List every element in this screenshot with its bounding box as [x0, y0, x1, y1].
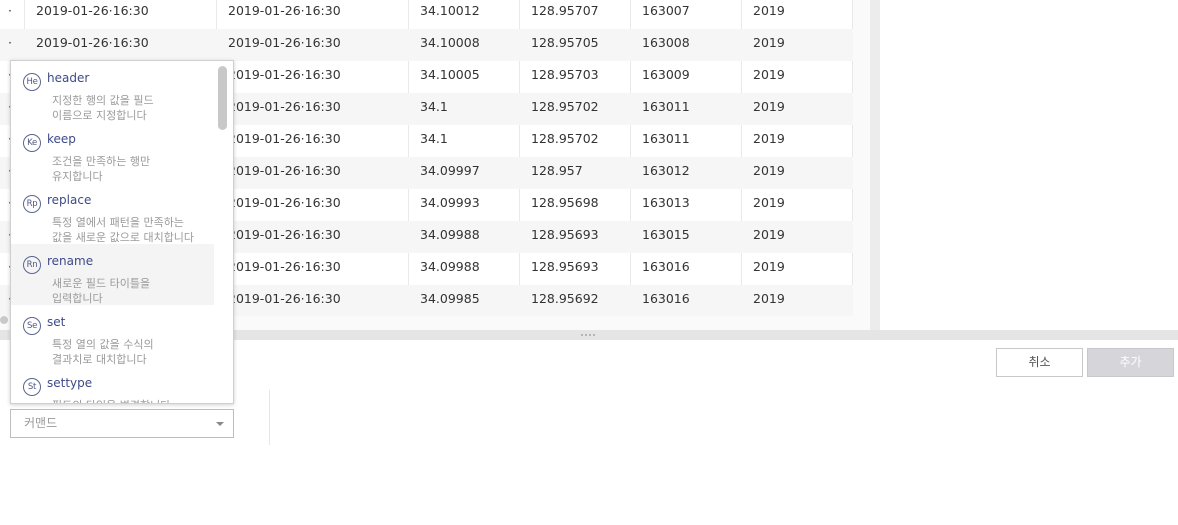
- command-badge-icon: Se: [23, 317, 41, 335]
- table-cell: 34.10008: [420, 35, 480, 50]
- table-cell: 2019-01-26·16:30: [228, 291, 341, 306]
- table-cell: 34.09985: [420, 291, 480, 306]
- table-cell: 163007: [642, 3, 690, 18]
- command-select[interactable]: 커맨드: [10, 409, 234, 438]
- table-cell: 163016: [642, 291, 690, 306]
- table-cell: 2019: [753, 35, 785, 50]
- table-cell: 163011: [642, 99, 690, 114]
- table-cell: 34.1: [420, 99, 448, 114]
- suggestion-description: 특정 열에서 패턴을 만족하는 값을 새로운 값으로 대치합니다: [52, 216, 195, 244]
- table-cell: 2019-01-26·16:30: [228, 67, 341, 82]
- chevron-down-icon[interactable]: [216, 422, 224, 426]
- table-cell: 163008: [642, 35, 690, 50]
- table-cell: 2019-01-26·16:30: [228, 131, 341, 146]
- table-cell: 128.95702: [531, 131, 599, 146]
- divider: [269, 390, 270, 445]
- table-cell: 163015: [642, 227, 690, 242]
- suggestion-name: keep: [47, 132, 76, 146]
- table-cell: 2019-01-26·16:30: [228, 259, 341, 274]
- row-marker: ·: [8, 35, 12, 50]
- table-cell: 2019-01-26·16:30: [228, 99, 341, 114]
- command-badge-icon: Rn: [23, 256, 41, 274]
- table-cell: 163016: [642, 259, 690, 274]
- table-cell: 2019: [753, 227, 785, 242]
- table-cell: 128.95692: [531, 291, 599, 306]
- table-cell: 2019-01-26·16:30: [36, 3, 149, 18]
- suggestion-name: header: [47, 71, 90, 85]
- suggestion-name: replace: [47, 193, 92, 207]
- table-cell: 2019: [753, 99, 785, 114]
- table-cell: 128.95703: [531, 67, 599, 82]
- command-badge-icon: Ke: [23, 134, 41, 152]
- command-badge-icon: St: [23, 378, 41, 396]
- table-cell: 2019: [753, 67, 785, 82]
- table-cell: 128.95698: [531, 195, 599, 210]
- table-cell: 34.09997: [420, 163, 480, 178]
- suggestion-item-header[interactable]: He header 지정한 행의 값을 필드 이름으로 지정합니다: [11, 61, 214, 122]
- table-cell: 163013: [642, 195, 690, 210]
- table-cell: 34.09993: [420, 195, 480, 210]
- suggestion-item-replace[interactable]: Rp replace 특정 열에서 패턴을 만족하는 값을 새로운 값으로 대치합니…: [11, 183, 214, 244]
- command-badge-icon: Rp: [23, 195, 41, 213]
- table-cell: 2019-01-26·16:30: [228, 35, 341, 50]
- table-cell: 128.95693: [531, 227, 599, 242]
- table-cell: 34.1: [420, 131, 448, 146]
- suggestion-item-rename[interactable]: Rn rename 새로운 필드 타이틀을 입력합니다: [11, 244, 214, 305]
- table-cell: 2019: [753, 3, 785, 18]
- table-cell: 128.95693: [531, 259, 599, 274]
- table-row[interactable]: · 2019-01-26·16:30 2019-01-26·16:30 34.1000…: [0, 29, 853, 61]
- cancel-button[interactable]: 취소: [996, 348, 1083, 377]
- table-cell: 34.10012: [420, 3, 480, 18]
- suggestion-name: rename: [47, 254, 94, 268]
- row-marker: ·: [8, 3, 12, 18]
- suggestion-item-set[interactable]: Se set 특정 열의 값을 수식의 결과치로 대치합니다: [11, 305, 214, 366]
- suggestion-scrollbar-thumb[interactable]: [218, 66, 227, 130]
- table-row[interactable]: · 2019-01-26·16:30 2019-01-26·16:30 34.1001…: [0, 0, 853, 29]
- table-cell: 34.09988: [420, 259, 480, 274]
- drag-handle-icon[interactable]: [581, 334, 595, 336]
- table-cell: 128.95707: [531, 3, 599, 18]
- table-cell: 2019: [753, 291, 785, 306]
- table-cell: 163011: [642, 131, 690, 146]
- table-cell: 2019-01-26·16:30: [228, 195, 341, 210]
- command-suggestion-list[interactable]: He header 지정한 행의 값을 필드 이름으로 지정합니다 Ke keep 조건을…: [10, 60, 234, 404]
- table-cell: 2019-01-26·16:30: [228, 3, 341, 18]
- suggestion-description: 조건을 만족하는 행만 유지합니다: [52, 155, 151, 183]
- table-cell: 2019-01-26·16:30: [228, 163, 341, 178]
- table-cell: 128.957: [531, 163, 583, 178]
- panel-border: [870, 0, 880, 330]
- table-cell: 2019: [753, 195, 785, 210]
- suggestion-name: set: [47, 315, 66, 329]
- suggestion-description: 특정 열의 값을 수식의 결과치로 대치합니다: [52, 338, 154, 366]
- table-cell: 2019-01-26·16:30: [228, 227, 341, 242]
- table-cell: 2019: [753, 131, 785, 146]
- suggestion-description: 새로운 필드 타이틀을 입력합니다: [52, 277, 151, 305]
- suggestion-description: 지정한 행의 값을 필드 이름으로 지정합니다: [52, 94, 154, 122]
- add-button[interactable]: 추가: [1087, 348, 1174, 377]
- table-cell: 2019: [753, 259, 785, 274]
- table-cell: 128.95702: [531, 99, 599, 114]
- table-cell: 34.09988: [420, 227, 480, 242]
- right-panel: [880, 0, 1178, 330]
- table-cell: 2019: [753, 163, 785, 178]
- suggestion-item-settype[interactable]: St settype 필드의 타입을 변경합니다: [11, 366, 217, 403]
- table-cell: 128.95705: [531, 35, 599, 50]
- command-select-placeholder: 커맨드: [24, 416, 58, 430]
- command-badge-icon: He: [23, 73, 41, 91]
- table-cell: 163012: [642, 163, 690, 178]
- vertical-scrollbar[interactable]: [853, 0, 870, 330]
- table-cell: 163009: [642, 67, 690, 82]
- suggestion-description: 필드의 타입을 변경합니다: [52, 398, 217, 403]
- table-cell: 2019-01-26·16:30: [36, 35, 149, 50]
- collapse-handle[interactable]: [0, 316, 8, 324]
- suggestion-name: settype: [47, 376, 93, 390]
- suggestion-item-keep[interactable]: Ke keep 조건을 만족하는 행만 유지합니다: [11, 122, 214, 183]
- table-cell: 34.10005: [420, 67, 480, 82]
